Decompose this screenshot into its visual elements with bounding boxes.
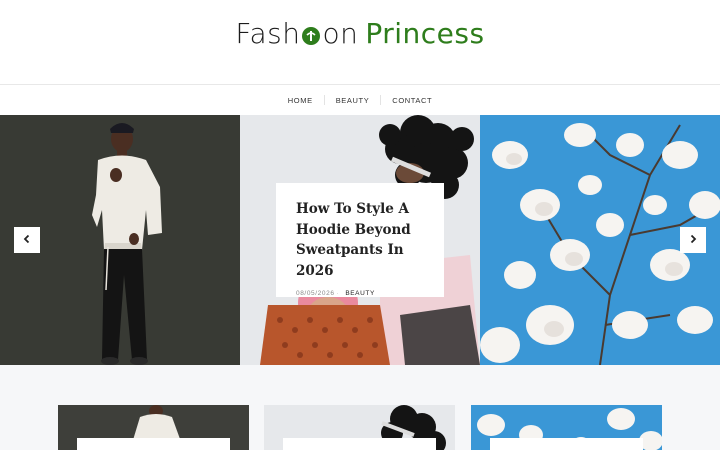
- featured-post-meta: 08/05/2026 · BEAUTY: [296, 290, 424, 297]
- site-logo[interactable]: Fash on Princess: [0, 14, 720, 54]
- fashion-hanger-icon: [301, 17, 321, 45]
- logo-text-fash: Fash: [235, 17, 301, 50]
- featured-post-category[interactable]: BEAUTY: [345, 290, 375, 297]
- post-card[interactable]: [490, 438, 643, 450]
- nav-item-home[interactable]: HOME: [277, 96, 324, 105]
- nav-item-contact[interactable]: CONTACT: [381, 96, 443, 105]
- featured-post-title[interactable]: How To Style A Hoodie Beyond Sweatpants …: [296, 199, 424, 281]
- featured-post-card[interactable]: How To Style A Hoodie Beyond Sweatpants …: [276, 183, 444, 297]
- featured-post-date: 08/05/2026: [296, 290, 335, 297]
- post-card[interactable]: [283, 438, 436, 450]
- meta-divider: ·: [336, 290, 340, 297]
- slider-next-button[interactable]: [680, 227, 706, 253]
- main-navigation: HOME BEAUTY CONTACT: [0, 84, 720, 115]
- nav-item-beauty[interactable]: BEAUTY: [325, 96, 381, 105]
- slider-prev-button[interactable]: [14, 227, 40, 253]
- site-header: Fash on Princess: [0, 0, 720, 84]
- logo-text-on: on: [322, 17, 359, 50]
- chevron-left-icon: [22, 231, 32, 249]
- logo-text-princess: Princess: [365, 17, 485, 50]
- post-card[interactable]: [77, 438, 230, 450]
- chevron-right-icon: [688, 231, 698, 249]
